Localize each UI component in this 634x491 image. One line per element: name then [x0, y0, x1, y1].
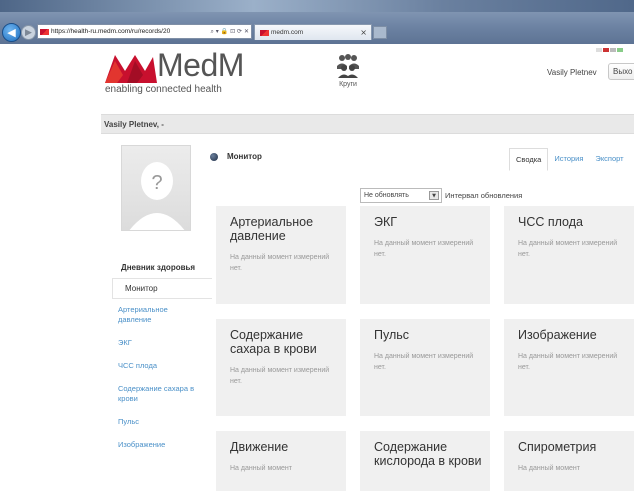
tab-favicon-icon [260, 29, 269, 36]
avatar[interactable]: ? [121, 145, 191, 231]
sidebar-title: Дневник здоровья [121, 263, 196, 272]
card-title: Содержание сахара в крови [230, 328, 317, 356]
card-title: Пульс [374, 328, 410, 342]
card-blood-sugar[interactable]: Содержание сахара в крови На данный моме… [216, 319, 346, 416]
sidebar: Монитор Артериальное давление ЭКГ ЧСС пл… [112, 278, 212, 463]
page-title: Монитор [227, 152, 262, 161]
refresh-interval-select[interactable]: Не обновлять ▼ [360, 188, 442, 203]
avatar-question-mark: ? [151, 172, 162, 194]
sidebar-item-fetal-heart-rate[interactable]: ЧСС плода [114, 361, 198, 371]
view-tabs: Сводка История Экспорт [509, 148, 630, 171]
browser-chrome: ◀ ▶ https://health-ru.medm.com/ru/record… [0, 0, 634, 44]
forward-arrow-icon: ▶ [25, 27, 32, 38]
people-group-icon [337, 54, 359, 78]
card-image[interactable]: Изображение На данный момент измерений н… [504, 319, 634, 416]
sidebar-item-image[interactable]: Изображение [114, 440, 198, 450]
card-note: На данный момент [230, 465, 292, 472]
address-bar[interactable]: https://health-ru.medm.com/ru/records/20… [37, 24, 252, 39]
browser-tab[interactable]: medm.com × [254, 24, 372, 40]
monitor-heading: Монитор [210, 152, 262, 161]
flag-icon[interactable] [603, 48, 609, 52]
card-title: ЧСС плода [518, 215, 583, 229]
card-note: На данный момент измерений нет. [374, 240, 474, 258]
card-ecg[interactable]: ЭКГ На данный момент измерений нет. [360, 206, 490, 304]
monitor-bullet-icon [210, 152, 218, 161]
refresh-interval-label: Интервал обновления [445, 191, 523, 200]
card-note: На данный момент измерений нет. [518, 353, 618, 371]
language-flags[interactable] [596, 48, 624, 54]
card-blood-oxygen[interactable]: Содержание кислорода в крови [360, 431, 490, 491]
refresh-select-value: Не обновлять [364, 192, 409, 199]
card-title: Движение [230, 440, 289, 454]
user-bar: Vasily Pletnev, - [101, 114, 634, 134]
sidebar-item-monitor[interactable]: Монитор [112, 278, 212, 299]
window-titlebar [0, 0, 634, 12]
card-title: Содержание кислорода в крови [374, 440, 482, 468]
tab-summary[interactable]: Сводка [509, 148, 549, 171]
card-note: На данный момент измерений нет. [230, 367, 330, 385]
tab-close-icon[interactable]: × [360, 28, 371, 37]
dropdown-arrow-icon[interactable]: ▼ [429, 191, 439, 200]
groups-link[interactable]: Круги [328, 52, 368, 88]
sidebar-item-blood-pressure[interactable]: Артериальное давление [114, 305, 198, 325]
card-movement[interactable]: Движение На данный момент [216, 431, 346, 491]
page: MedM enabling connected health Круги Vas… [0, 44, 634, 491]
tab-title: medm.com [271, 29, 304, 36]
card-blood-pressure[interactable]: Артериальное давление На данный момент и… [216, 206, 346, 304]
back-button[interactable]: ◀ [2, 23, 21, 42]
card-fetal-heart-rate[interactable]: ЧСС плода На данный момент измерений нет… [504, 206, 634, 304]
address-url[interactable]: https://health-ru.medm.com/ru/records/20 [51, 28, 211, 35]
header-user-name[interactable]: Vasily Pletnev [547, 68, 597, 77]
medm-logo-mark-icon [105, 55, 157, 83]
medm-logo[interactable]: MedM enabling connected health [105, 47, 245, 96]
card-pulse[interactable]: Пульс На данный момент измерений нет. [360, 319, 490, 416]
logout-button[interactable]: Выхо [608, 63, 634, 80]
flag-icon[interactable] [617, 48, 623, 52]
flag-icon[interactable] [596, 48, 602, 52]
back-arrow-icon: ◀ [7, 26, 16, 39]
tab-history[interactable]: История [548, 148, 589, 171]
card-note: На данный момент измерений нет. [230, 254, 330, 272]
card-note: На данный момент измерений нет. [374, 353, 474, 371]
site-favicon-icon [40, 28, 49, 35]
card-title: Спирометрия [518, 440, 597, 454]
forward-button[interactable]: ▶ [21, 25, 36, 40]
logo-tagline: enabling connected health [105, 84, 222, 95]
address-bar-icons[interactable]: ⌕ ▾ 🔒 ⊡ ⟳ ✕ [211, 28, 251, 36]
avatar-placeholder-icon: ? [129, 162, 185, 230]
new-tab-button[interactable] [373, 26, 387, 39]
groups-label: Круги [339, 81, 357, 88]
refresh-row: Не обновлять ▼ Интервал обновления [300, 188, 522, 203]
card-title: ЭКГ [374, 215, 398, 229]
card-note: На данный момент [518, 465, 580, 472]
logo-text: MedM [157, 47, 244, 83]
card-spirometry[interactable]: Спирометрия На данный момент [504, 431, 634, 491]
tab-export[interactable]: Экспорт [589, 148, 629, 171]
card-note: На данный момент измерений нет. [518, 240, 618, 258]
sidebar-item-ecg[interactable]: ЭКГ [114, 338, 198, 348]
card-title: Изображение [518, 328, 597, 342]
sidebar-item-pulse[interactable]: Пульс [114, 417, 198, 427]
flag-icon[interactable] [610, 48, 616, 52]
card-title: Артериальное давление [230, 215, 314, 243]
sidebar-item-blood-sugar[interactable]: Содержание сахара в крови [114, 384, 198, 404]
